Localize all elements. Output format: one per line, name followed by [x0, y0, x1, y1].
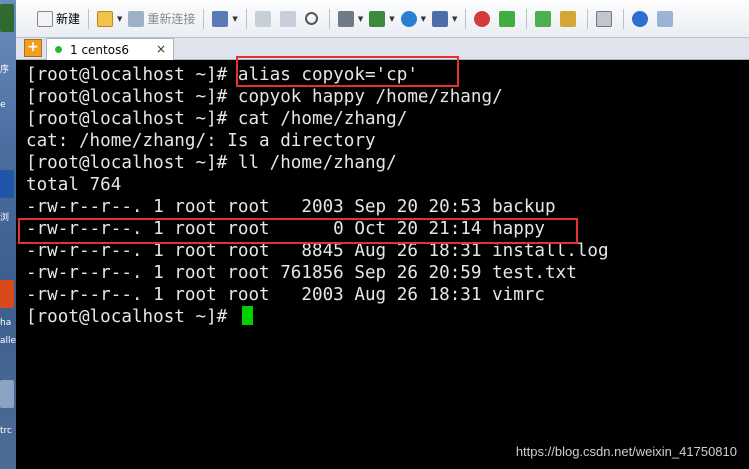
- desktop-label: ha: [0, 318, 12, 328]
- file-icon[interactable]: [0, 380, 14, 408]
- terminal-line: -rw-r--r--. 1 root root 761856 Sep 26 20…: [26, 263, 577, 283]
- connected-status-icon: [55, 46, 62, 53]
- globe-icon: [400, 10, 417, 27]
- toolbar: 新建 ▼ 重新连接 ▼ ▼ ▼ ▼ ▼: [16, 0, 749, 38]
- terminal-line: cat: /home/zhang/: Is a directory: [26, 131, 376, 151]
- layout-button[interactable]: [532, 6, 557, 32]
- terminal-line: -rw-r--r--. 1 root root 2003 Sep 20 20:5…: [26, 197, 556, 217]
- keyboard-icon: [596, 10, 613, 27]
- print-button[interactable]: ▼: [335, 6, 366, 32]
- terminal-line: [root@localhost ~]# copyok happy /home/z…: [26, 87, 503, 107]
- check-button[interactable]: [496, 6, 521, 32]
- word-doc-icon[interactable]: [0, 170, 14, 198]
- toolbar-divider: [88, 8, 90, 29]
- paste-icon: [279, 10, 296, 27]
- search-icon: [304, 12, 318, 25]
- chevron-down-icon: ▼: [117, 14, 123, 23]
- toolbar-divider: [465, 8, 467, 29]
- transfer-icon: [369, 10, 386, 27]
- terminal-line: -rw-r--r--. 1 root root 2003 Aug 26 18:3…: [26, 285, 546, 305]
- highlight-alias-command: [236, 56, 459, 87]
- toolbar-divider: [203, 8, 205, 29]
- help-button[interactable]: [629, 6, 654, 32]
- check-icon: [499, 10, 516, 27]
- xftp-button[interactable]: ▼: [366, 6, 397, 32]
- grid-icon: [535, 10, 552, 27]
- printer-icon: [337, 10, 354, 27]
- copy-icon: [254, 10, 271, 27]
- folder-icon: [97, 10, 114, 27]
- tab-label: 1 centos6: [70, 42, 129, 57]
- chat-icon: [657, 10, 674, 27]
- tab-centos6[interactable]: 1 centos6 ×: [46, 38, 174, 60]
- desktop-icon[interactable]: [0, 4, 14, 32]
- app-icon[interactable]: [0, 280, 14, 308]
- font-button[interactable]: ▼: [429, 6, 460, 32]
- terminal-line: [root@localhost ~]# cat /home/zhang/: [26, 109, 408, 129]
- highlight-happy-row: [18, 218, 578, 244]
- properties-icon: [212, 10, 229, 27]
- chevron-down-icon: ▼: [420, 14, 426, 23]
- chevron-down-icon: ▼: [389, 14, 395, 23]
- help-icon: [632, 10, 649, 27]
- desktop-strip: 序 e 浏 ha alle trc: [0, 0, 16, 469]
- script-button[interactable]: [471, 6, 496, 32]
- terminal[interactable]: [root@localhost ~]# alias copyok='cp' [r…: [18, 60, 749, 469]
- open-folder-button[interactable]: ▼: [94, 6, 125, 32]
- copy-button[interactable]: [252, 6, 277, 32]
- terminal-line: total 764: [26, 175, 122, 195]
- find-button[interactable]: [302, 6, 324, 32]
- new-session-icon: [37, 10, 53, 27]
- link-icon: [128, 10, 145, 27]
- terminal-line: [root@localhost ~]# ll /home/zhang/: [26, 153, 397, 173]
- font-icon: [431, 10, 448, 27]
- add-tab-button[interactable]: +: [24, 39, 42, 57]
- desktop-label: 浏: [0, 213, 10, 223]
- chat-button[interactable]: [654, 6, 679, 32]
- lock-icon: [560, 10, 577, 27]
- paste-button[interactable]: [277, 6, 302, 32]
- toolbar-divider: [245, 8, 247, 29]
- watermark: https://blog.csdn.net/weixin_41750810: [515, 444, 737, 459]
- reconnect-button[interactable]: 重新连接: [125, 6, 198, 32]
- prompt-text: [root@localhost ~]#: [26, 307, 238, 327]
- toolbar-divider: [587, 8, 589, 29]
- desktop-label: alle: [0, 336, 17, 346]
- toolbar-divider: [526, 8, 528, 29]
- toolbar-divider: [328, 8, 330, 29]
- terminal-cursor: [241, 306, 253, 325]
- properties-button[interactable]: ▼: [209, 6, 240, 32]
- desktop-label: e: [0, 100, 6, 110]
- chevron-down-icon: ▼: [451, 14, 458, 23]
- chevron-down-icon: ▼: [232, 14, 238, 23]
- globe-button[interactable]: ▼: [398, 6, 429, 32]
- desktop-label: 序: [0, 65, 10, 75]
- close-icon[interactable]: ×: [156, 42, 166, 56]
- chevron-down-icon: ▼: [357, 14, 364, 23]
- script-icon: [474, 10, 491, 27]
- reconnect-label: 重新连接: [147, 12, 196, 26]
- new-session-button[interactable]: 新建: [34, 6, 83, 32]
- desktop-label: trc: [0, 426, 12, 436]
- keyboard-button[interactable]: [593, 6, 618, 32]
- lock-button[interactable]: [557, 6, 582, 32]
- toolbar-divider: [623, 8, 625, 29]
- terminal-prompt-line: [root@localhost ~]#: [26, 306, 749, 328]
- new-session-label: 新建: [56, 12, 81, 26]
